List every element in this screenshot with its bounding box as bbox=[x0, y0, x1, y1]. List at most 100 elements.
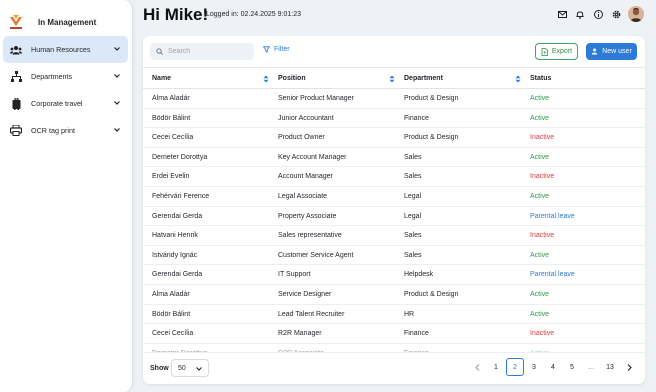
brand[interactable]: In Management bbox=[9, 14, 96, 30]
table-row[interactable]: Istvándy Ignác Customer Service Agent Sale… bbox=[143, 246, 645, 266]
table-row[interactable]: Bödör Bálint Lead Talent Recruiter HR Activ… bbox=[143, 305, 645, 325]
cell-position: Account Manager bbox=[278, 173, 333, 181]
status-badge: Inactive bbox=[530, 134, 555, 142]
table-footer: Show 50 1 2 3 4 5... 13 bbox=[143, 352, 645, 384]
sidebar: In Management Human Resources Department… bbox=[0, 0, 133, 392]
status-badge: Active bbox=[530, 251, 550, 259]
filter-button[interactable]: Filter bbox=[263, 46, 290, 53]
export-label: Export bbox=[551, 48, 573, 55]
table-row[interactable]: Alma Aladár Service Designer Product & Des… bbox=[143, 285, 645, 305]
page-button[interactable]: 4 bbox=[544, 358, 562, 376]
bell-icon[interactable] bbox=[574, 8, 586, 20]
cell-department: Product & Design bbox=[404, 290, 459, 298]
page-size-value: 50 bbox=[178, 364, 186, 372]
luggage-icon bbox=[10, 97, 22, 110]
cell-department: Helpdesk bbox=[404, 271, 434, 279]
page-button[interactable]: 3 bbox=[525, 358, 543, 376]
add-user-icon bbox=[592, 48, 598, 55]
cell-department: Product & Design bbox=[404, 134, 459, 142]
main-panel: Filter Export New user Name Position Dep… bbox=[143, 36, 645, 384]
table-body: Alma Aladár Senior Product Manager Product… bbox=[143, 89, 645, 364]
sidebar-item-label: Human Resources bbox=[31, 45, 91, 54]
status-badge: Parental leave bbox=[530, 212, 575, 220]
search-icon bbox=[156, 48, 163, 55]
search-box[interactable] bbox=[150, 43, 254, 60]
cell-name: Alma Aladár bbox=[152, 95, 190, 102]
search-input[interactable] bbox=[168, 48, 248, 55]
page-button[interactable]: 2 bbox=[506, 358, 524, 376]
new-user-button[interactable]: New user bbox=[586, 43, 637, 60]
page-ellipsis: ... bbox=[588, 363, 594, 371]
chevron-down-icon bbox=[114, 74, 120, 78]
table-row[interactable]: Bödör Bálint Junior Accountant Finance Acti… bbox=[143, 109, 645, 129]
brand-name: In Management bbox=[38, 18, 97, 27]
cell-position: Product Owner bbox=[278, 134, 325, 142]
cell-department: Legal bbox=[404, 192, 422, 200]
page-button[interactable]: 13 bbox=[601, 358, 619, 376]
cell-position: Service Designer bbox=[278, 290, 332, 298]
chevron-down-icon bbox=[196, 367, 202, 371]
chevron-down-icon bbox=[114, 128, 120, 132]
table-row[interactable]: Hatvani Henrik Sales representative Sales I… bbox=[143, 226, 645, 246]
printer-icon bbox=[10, 125, 22, 137]
table-row[interactable]: Demeter Dorottya Key Account Manager Sales… bbox=[143, 148, 645, 168]
cell-position: Customer Service Agent bbox=[278, 251, 354, 259]
table-row[interactable]: Gerendai Gerda Property Associate Legal Par… bbox=[143, 207, 645, 227]
cell-position: Senior Product Manager bbox=[278, 95, 354, 102]
table-row[interactable]: Erdei Evelin Account Manager Sales Inactive bbox=[143, 167, 645, 187]
sort-icon[interactable] bbox=[263, 75, 269, 83]
status-badge: Active bbox=[530, 114, 550, 122]
sidebar-item-human-resources[interactable]: Human Resources bbox=[3, 36, 128, 63]
info-icon[interactable] bbox=[592, 8, 604, 20]
page-button[interactable]: 5 bbox=[563, 358, 581, 376]
table-row[interactable]: Cecei Cecília R2R Manager Finance Inactive bbox=[143, 324, 645, 344]
cell-department: Sales bbox=[404, 232, 422, 240]
cell-position: IT Support bbox=[278, 271, 311, 279]
mail-icon[interactable] bbox=[556, 8, 568, 20]
cell-department: Sales bbox=[404, 251, 422, 259]
status-badge: Inactive bbox=[530, 173, 555, 181]
column-header-position[interactable]: Position bbox=[278, 75, 306, 82]
cell-name: Gerendai Gerda bbox=[152, 271, 203, 279]
sidebar-item-departments[interactable]: Departments bbox=[3, 63, 128, 90]
gear-icon[interactable] bbox=[610, 8, 622, 20]
cell-position: Junior Accountant bbox=[278, 114, 334, 122]
sitemap-icon bbox=[10, 71, 22, 83]
status-badge: Active bbox=[530, 153, 550, 161]
page-title: Hi Mike! bbox=[143, 5, 209, 24]
table-row[interactable]: Fehérvári Ference Legal Associate Legal Act… bbox=[143, 187, 645, 207]
page-list: 1 2 3 4 5... 13 bbox=[486, 358, 619, 376]
table-row[interactable]: Cecei Cecília Product Owner Product & Desi… bbox=[143, 128, 645, 148]
cell-name: Bödör Bálint bbox=[152, 114, 191, 122]
page-button[interactable]: 1 bbox=[487, 358, 505, 376]
brand-logo-icon bbox=[10, 15, 22, 29]
cell-department: Sales bbox=[404, 173, 422, 181]
export-button[interactable]: Export bbox=[535, 43, 578, 60]
filter-icon bbox=[263, 46, 270, 53]
status-badge: Inactive bbox=[530, 330, 555, 338]
sort-icon[interactable] bbox=[389, 75, 395, 83]
pagination: 1 2 3 4 5... 13 bbox=[467, 358, 638, 376]
prev-page-icon[interactable] bbox=[468, 358, 486, 376]
column-header-name[interactable]: Name bbox=[152, 75, 171, 82]
table-row[interactable]: Gerendai Gerda IT Support Helpdesk Parental… bbox=[143, 265, 645, 285]
column-header-status[interactable]: Status bbox=[530, 75, 551, 82]
table-row[interactable]: Alma Aladár Senior Product Manager Product… bbox=[143, 89, 645, 109]
new-user-label: New user bbox=[602, 48, 632, 55]
sidebar-item-corporate-travel[interactable]: Corporate travel bbox=[3, 90, 128, 117]
cell-name: Fehérvári Ference bbox=[152, 192, 210, 200]
sidebar-item-label: Departments bbox=[31, 72, 73, 81]
chevron-down-icon bbox=[114, 101, 120, 105]
column-header-department[interactable]: Department bbox=[404, 75, 443, 82]
header-actions bbox=[550, 6, 644, 22]
sidebar-item-ocr-tag-print[interactable]: OCR tag print bbox=[3, 117, 128, 144]
next-page-icon[interactable] bbox=[620, 358, 638, 376]
cell-name: Demeter Dorottya bbox=[152, 153, 208, 161]
status-badge: Inactive bbox=[530, 232, 555, 240]
sort-icon[interactable] bbox=[515, 75, 521, 83]
toolbar-divider bbox=[143, 67, 645, 68]
status-badge: Active bbox=[530, 95, 550, 102]
avatar[interactable] bbox=[628, 6, 644, 22]
page-size-select[interactable]: 50 bbox=[171, 359, 209, 377]
cell-name: Cecei Cecília bbox=[152, 330, 194, 338]
